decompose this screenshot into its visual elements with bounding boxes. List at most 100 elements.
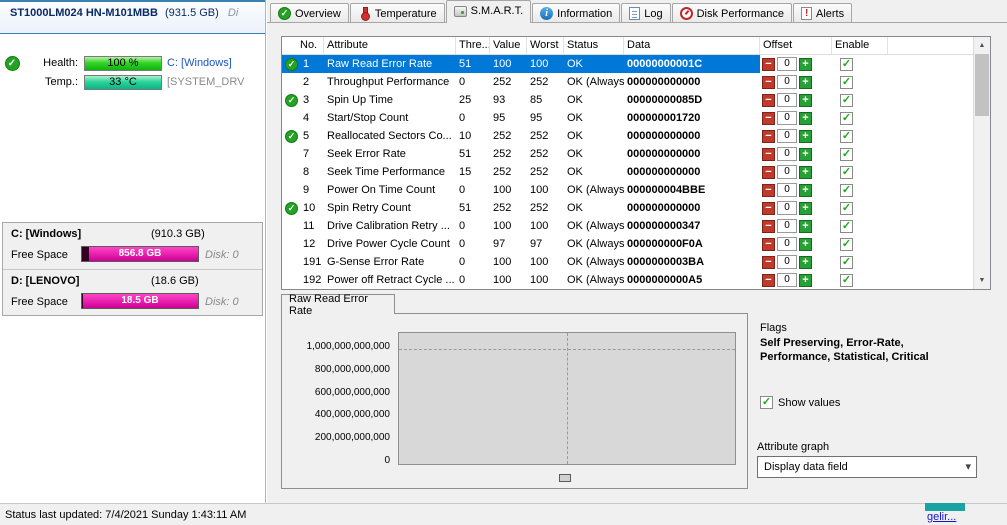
enable-checkbox[interactable]: ✓ xyxy=(840,111,853,125)
smart-attribute-row[interactable]: 191 G-Sense Error Rate 0 100 100 OK (Always..… xyxy=(282,253,990,271)
offset-value-box[interactable]: 0 xyxy=(777,75,797,89)
attribute-detail-tab[interactable]: Raw Read Error Rate xyxy=(281,293,395,317)
offset-value-box[interactable]: 0 xyxy=(777,111,797,125)
offset-increase-button[interactable]: + xyxy=(799,165,812,179)
offset-decrease-button[interactable]: − xyxy=(762,75,775,89)
offset-decrease-button[interactable]: − xyxy=(762,201,775,215)
tab-smart[interactable]: S.M.A.R.T. xyxy=(445,0,532,23)
chart-range-slider-handle[interactable] xyxy=(559,474,571,482)
offset-increase-button[interactable]: + xyxy=(799,237,812,251)
column-header-no[interactable]: No. xyxy=(282,37,324,54)
smart-attribute-row[interactable]: 8 Seek Time Performance 15 252 252 OK 00000000… xyxy=(282,163,990,181)
offset-value-box[interactable]: 0 xyxy=(777,57,797,71)
offset-value-box[interactable]: 0 xyxy=(777,183,797,197)
offset-increase-button[interactable]: + xyxy=(799,75,812,89)
column-header-enable[interactable]: Enable xyxy=(832,37,888,54)
column-header-status[interactable]: Status xyxy=(564,37,624,54)
attribute-graph-select[interactable]: Display data field ▾ xyxy=(757,456,977,478)
offset-increase-button[interactable]: + xyxy=(799,57,812,71)
column-header-value[interactable]: Value xyxy=(490,37,527,54)
offset-increase-button[interactable]: + xyxy=(799,273,812,287)
offset-increase-button[interactable]: + xyxy=(799,219,812,233)
attribute-name: Drive Power Cycle Count xyxy=(327,238,450,250)
smart-attribute-row[interactable]: ✓ 3 Spin Up Time 25 93 85 OK 00000000085D −0 + ✓ xyxy=(282,91,990,109)
offset-value-box[interactable]: 0 xyxy=(777,93,797,107)
smart-attribute-row[interactable]: 4 Start/Stop Count 0 95 95 OK 000000001720−0 + ✓ xyxy=(282,109,990,127)
smart-attribute-row[interactable]: 7 Seek Error Rate 51 252 252 OK 000000000000 −0… xyxy=(282,145,990,163)
offset-increase-button[interactable]: + xyxy=(799,201,812,215)
tab-temperature[interactable]: Temperature xyxy=(349,3,445,23)
scrollbar-down-arrow[interactable]: ▼ xyxy=(974,272,990,289)
smart-attribute-row[interactable]: 2 Throughput Performance 0 252 252 OK (Always… xyxy=(282,73,990,91)
offset-decrease-button[interactable]: − xyxy=(762,93,775,107)
offset-value-box[interactable]: 0 xyxy=(777,147,797,161)
offset-increase-button[interactable]: + xyxy=(799,147,812,161)
chart-y-tick-label: 0 xyxy=(384,455,390,466)
tab-disk-performance[interactable]: Disk Performance xyxy=(671,3,792,23)
column-header-worst[interactable]: Worst xyxy=(527,37,564,54)
enable-checkbox[interactable]: ✓ xyxy=(840,237,853,251)
offset-value-box[interactable]: 0 xyxy=(777,273,797,287)
scrollbar-up-arrow[interactable]: ▲ xyxy=(974,37,990,54)
offset-decrease-button[interactable]: − xyxy=(762,57,775,71)
offset-decrease-button[interactable]: − xyxy=(762,165,775,179)
tab-information[interactable]: Information xyxy=(532,3,621,23)
attribute-status: OK (Always... xyxy=(567,238,624,250)
show-values-checkbox[interactable]: ✓ xyxy=(760,396,773,409)
volume-item[interactable]: D: [LENOVO] (18.6 GB) Free Space 18.5 GB… xyxy=(3,269,262,315)
smart-attribute-row[interactable]: 9 Power On Time Count 0 100 100 OK (Always...… xyxy=(282,181,990,199)
column-header-data[interactable]: Data xyxy=(624,37,760,54)
tab-alerts[interactable]: Alerts xyxy=(792,3,853,23)
offset-increase-button[interactable]: + xyxy=(799,129,812,143)
enable-checkbox[interactable]: ✓ xyxy=(840,165,853,179)
offset-decrease-button[interactable]: − xyxy=(762,237,775,251)
smart-attribute-row[interactable]: ✓ 10 Spin Retry Count 51 252 252 OK 00000000000… xyxy=(282,199,990,217)
offset-decrease-button[interactable]: − xyxy=(762,219,775,233)
offset-decrease-button[interactable]: − xyxy=(762,183,775,197)
disk-summary-panel: ST1000LM024 HN-M101MBB (931.5 GB) Di ✓ H… xyxy=(0,0,266,503)
enable-checkbox[interactable]: ✓ xyxy=(840,129,853,143)
tab-label: S.M.A.R.T. xyxy=(470,5,524,17)
volume-item[interactable]: C: [Windows] (910.3 GB) Free Space 856.8… xyxy=(3,223,262,269)
vertical-scrollbar[interactable]: ▲ ▼ xyxy=(973,37,990,289)
attribute-ok-icon: ✓ xyxy=(285,93,298,107)
offset-decrease-button[interactable]: − xyxy=(762,129,775,143)
offset-value-box[interactable]: 0 xyxy=(777,129,797,143)
offset-increase-button[interactable]: + xyxy=(799,255,812,269)
enable-checkbox[interactable]: ✓ xyxy=(840,183,853,197)
offset-increase-button[interactable]: + xyxy=(799,93,812,107)
smart-attribute-row[interactable]: 12 Drive Power Cycle Count 0 97 97 OK (Always… xyxy=(282,235,990,253)
offset-increase-button[interactable]: + xyxy=(799,111,812,125)
offset-decrease-button[interactable]: − xyxy=(762,147,775,161)
offset-value-box[interactable]: 0 xyxy=(777,165,797,179)
column-header-attribute[interactable]: Attribute xyxy=(324,37,456,54)
offset-value-box[interactable]: 0 xyxy=(777,255,797,269)
tab-overview[interactable]: ✓ Overview xyxy=(270,3,349,23)
tab-log[interactable]: Log xyxy=(621,3,671,23)
column-header-threshold[interactable]: Thre... xyxy=(456,37,490,54)
offset-value-box[interactable]: 0 xyxy=(777,237,797,251)
enable-checkbox[interactable]: ✓ xyxy=(840,75,853,89)
offset-value-box[interactable]: 0 xyxy=(777,219,797,233)
scrollbar-thumb[interactable] xyxy=(975,54,989,116)
smart-attribute-row[interactable]: 11 Drive Calibration Retry ... 0 100 100 OK (… xyxy=(282,217,990,235)
free-space-value: 856.8 GB xyxy=(118,248,162,259)
enable-checkbox[interactable]: ✓ xyxy=(840,93,853,107)
column-header-offset[interactable]: Offset xyxy=(760,37,832,54)
smart-attribute-row[interactable]: 192 Power off Retract Cycle ... 0 100 100 OK … xyxy=(282,271,990,289)
smart-attribute-row[interactable]: ✓ 1 Raw Read Error Rate 51 100 100 OK 000000000… xyxy=(282,55,990,73)
offset-value-box[interactable]: 0 xyxy=(777,201,797,215)
enable-checkbox[interactable]: ✓ xyxy=(840,273,853,287)
show-values-row[interactable]: ✓ Show values xyxy=(760,396,840,409)
offset-decrease-button[interactable]: − xyxy=(762,255,775,269)
smart-attribute-row[interactable]: ✓ 5 Reallocated Sectors Co... 10 252 252 OK 000… xyxy=(282,127,990,145)
enable-checkbox[interactable]: ✓ xyxy=(840,219,853,233)
enable-checkbox[interactable]: ✓ xyxy=(840,201,853,215)
enable-checkbox[interactable]: ✓ xyxy=(840,255,853,269)
enable-checkbox[interactable]: ✓ xyxy=(840,147,853,161)
offset-decrease-button[interactable]: − xyxy=(762,111,775,125)
drive-selector-item[interactable]: ST1000LM024 HN-M101MBB (931.5 GB) Di xyxy=(0,0,265,34)
offset-increase-button[interactable]: + xyxy=(799,183,812,197)
offset-decrease-button[interactable]: − xyxy=(762,273,775,287)
enable-checkbox[interactable]: ✓ xyxy=(840,57,853,71)
